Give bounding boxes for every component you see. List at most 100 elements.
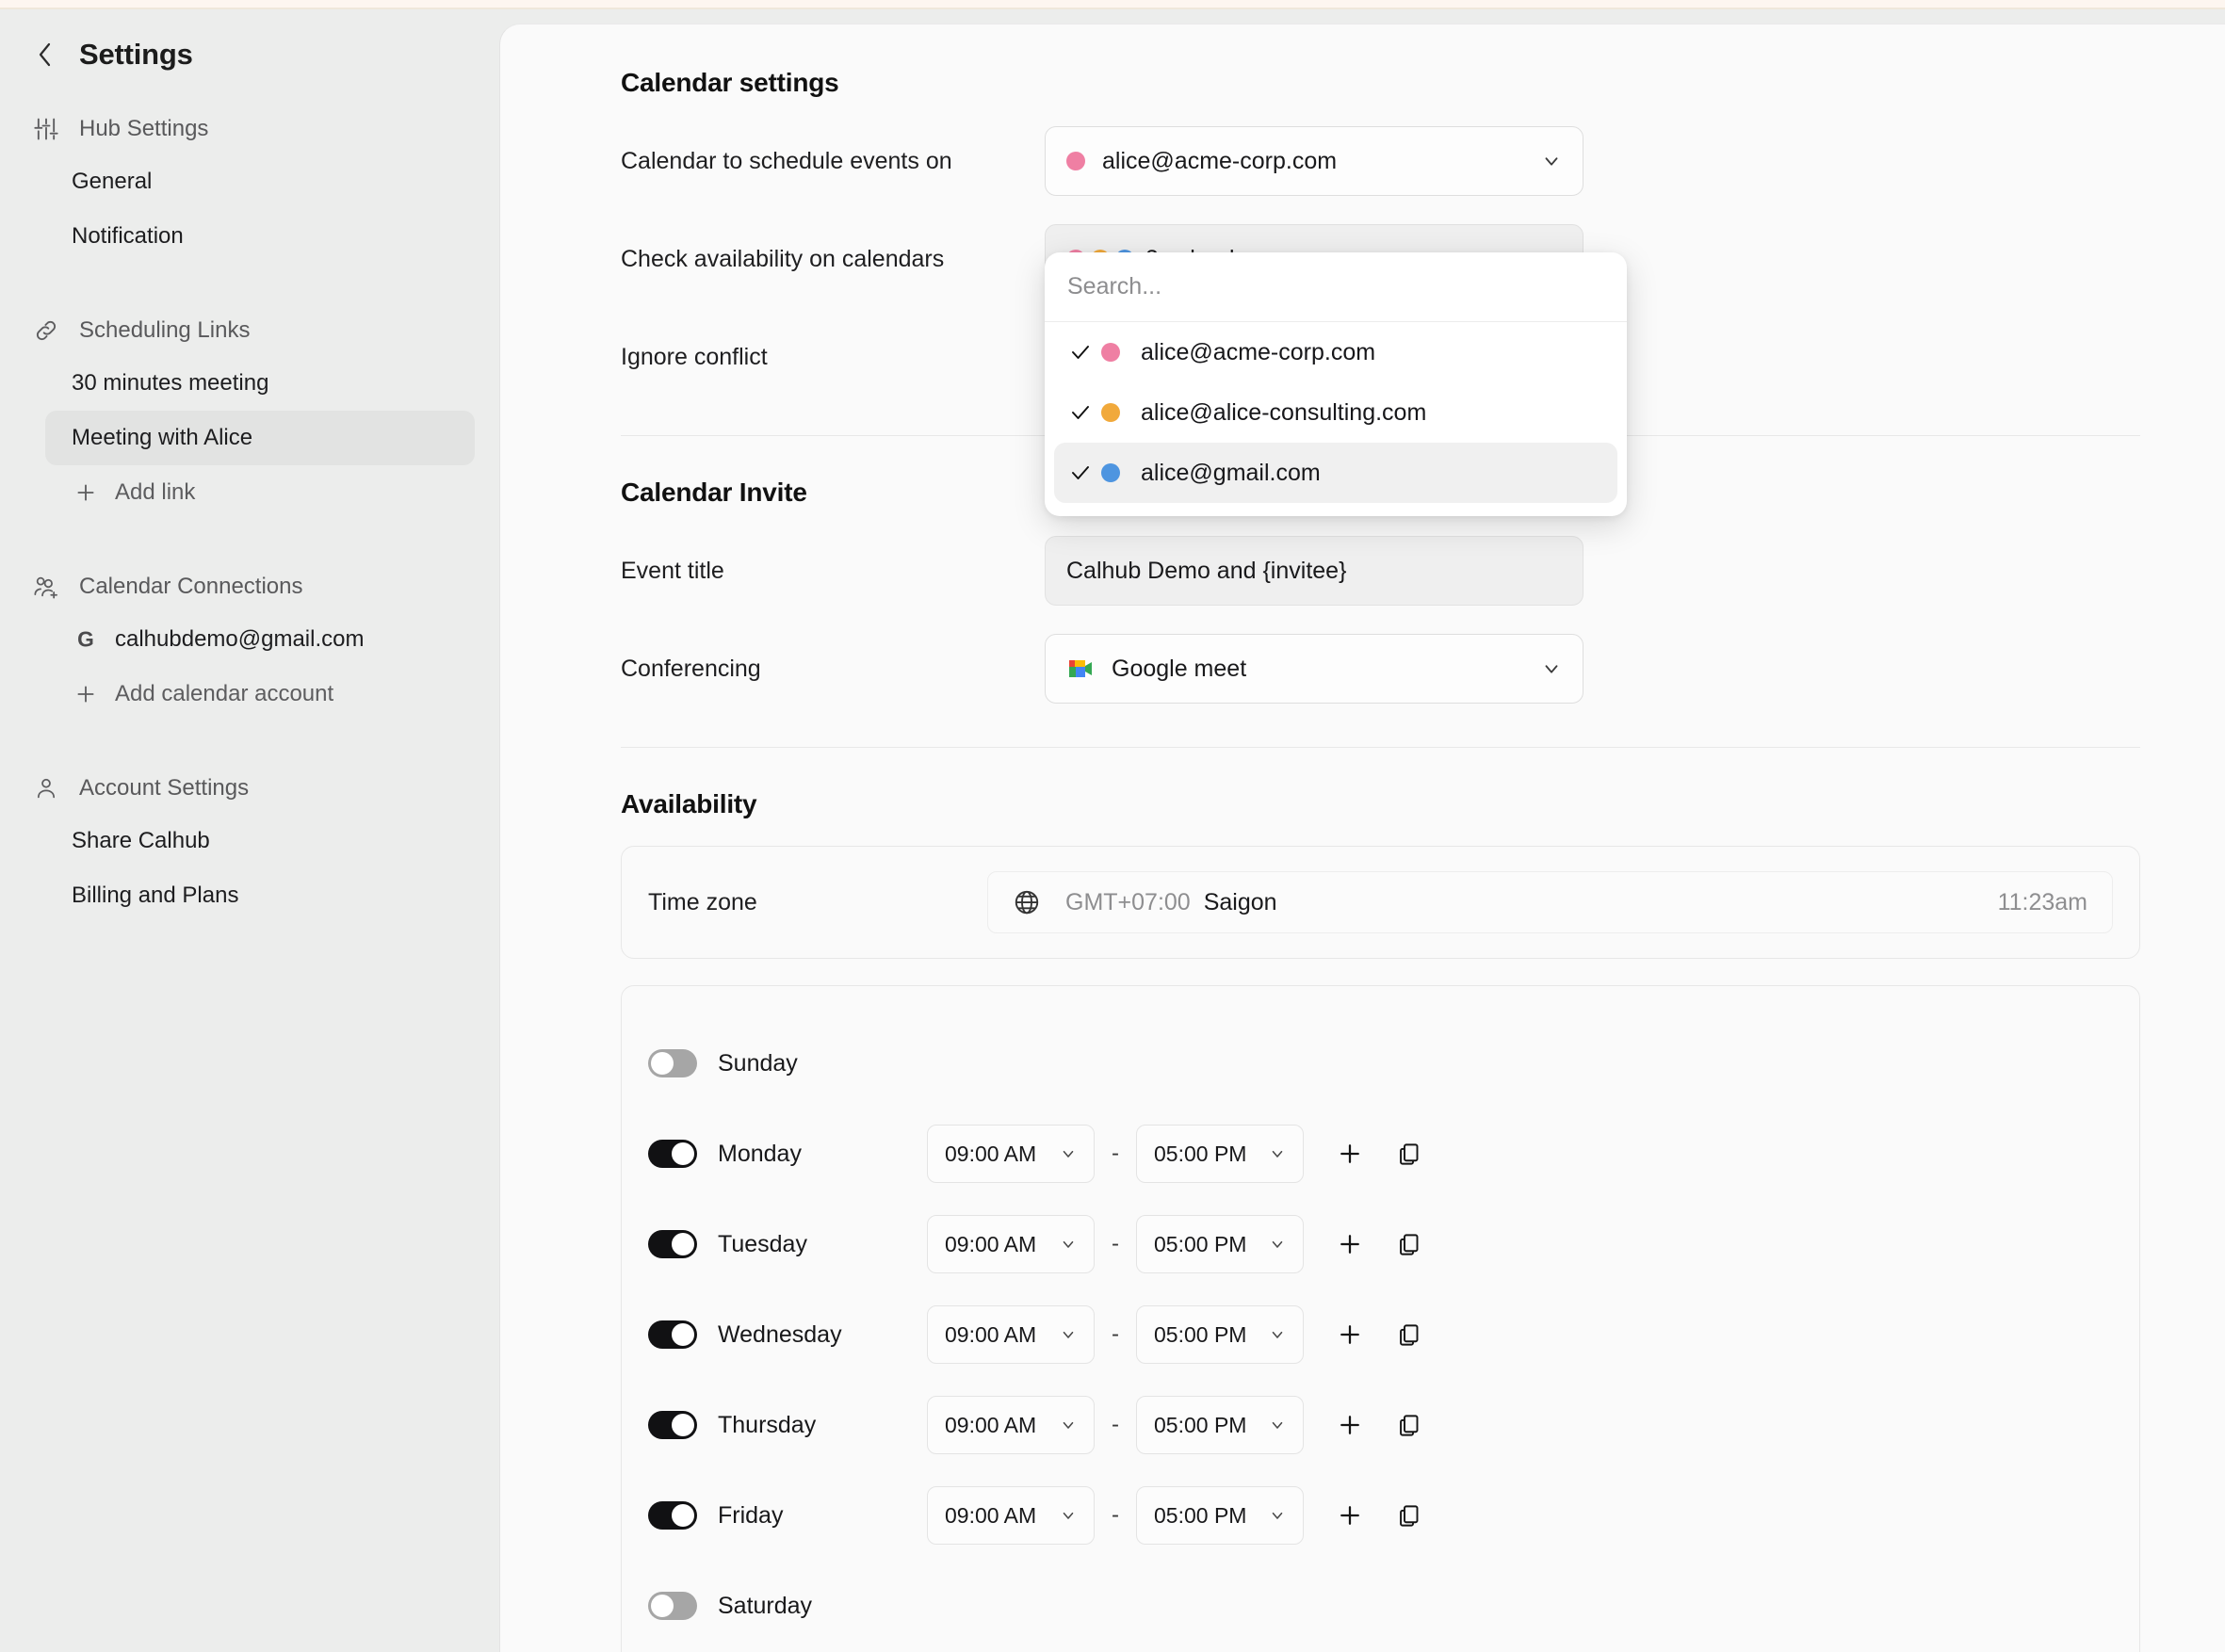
- sidebar-item-notification[interactable]: Notification: [45, 209, 475, 264]
- timezone-select[interactable]: GMT+07:00 Saigon 11:23am: [987, 871, 2113, 933]
- day-label: Wednesday: [718, 1320, 842, 1348]
- start-time-value: 09:00 AM: [945, 1141, 1037, 1166]
- timezone-label: Time zone: [648, 888, 757, 915]
- plus-icon: [72, 478, 100, 507]
- add-time-range-button[interactable]: [1321, 1140, 1379, 1168]
- event-title-value: Calhub Demo and {invitee}: [1066, 557, 1347, 584]
- toggle-knob: [672, 1233, 694, 1255]
- add-time-range-button[interactable]: [1321, 1501, 1379, 1530]
- chevron-down-icon: [1060, 1417, 1077, 1433]
- day-toggle-monday[interactable]: [648, 1140, 697, 1168]
- day-toggle-thursday[interactable]: [648, 1411, 697, 1439]
- time-range-separator: -: [1112, 1321, 1119, 1347]
- duplicate-schedule-button[interactable]: [1379, 1503, 1437, 1529]
- add-time-range-button[interactable]: [1321, 1320, 1379, 1349]
- end-time-select[interactable]: 05:00 PM: [1136, 1305, 1304, 1364]
- calendar-to-schedule-field: alice@acme-corp.com: [1045, 126, 1583, 196]
- sidebar-section-hub-settings[interactable]: Hub Settings: [0, 104, 499, 154]
- add-time-range-button[interactable]: [1321, 1230, 1379, 1258]
- add-time-range-button[interactable]: [1321, 1411, 1379, 1439]
- check-icon: [1069, 341, 1101, 364]
- sidebar-section-account-settings[interactable]: Account Settings: [0, 763, 499, 814]
- calendar-to-schedule-label: Calendar to schedule events on: [621, 147, 952, 174]
- sidebar-section-scheduling-links[interactable]: Scheduling Links: [0, 305, 499, 356]
- person-icon: [32, 774, 60, 802]
- calendar-option-gmail[interactable]: alice@gmail.com: [1054, 443, 1617, 503]
- end-time-select[interactable]: 05:00 PM: [1136, 1396, 1304, 1454]
- day-row: Monday 09:00 AM - 05:00 PM: [648, 1109, 2113, 1199]
- conferencing-select[interactable]: Google meet: [1045, 634, 1583, 704]
- toggle-knob: [651, 1052, 674, 1075]
- check-icon: [1069, 462, 1101, 484]
- sidebar-item-billing-and-plans[interactable]: Billing and Plans: [45, 868, 475, 923]
- day-toggle-saturday[interactable]: [648, 1592, 697, 1620]
- start-time-select[interactable]: 09:00 AM: [927, 1305, 1095, 1364]
- day-label: Tuesday: [718, 1230, 807, 1257]
- chevron-down-icon: [1269, 1417, 1286, 1433]
- calendar-option-acme[interactable]: alice@acme-corp.com: [1054, 322, 1617, 382]
- calendar-multiselect-dropdown: alice@acme-corp.com alice@alice-consulti…: [1045, 252, 1627, 516]
- sidebar-item-add-link[interactable]: Add link: [45, 465, 475, 520]
- end-time-select[interactable]: 05:00 PM: [1136, 1215, 1304, 1273]
- sidebar-section-calendar-connections[interactable]: Calendar Connections: [0, 561, 499, 612]
- day-toggle-tuesday[interactable]: [648, 1230, 697, 1258]
- start-time-select[interactable]: 09:00 AM: [927, 1125, 1095, 1183]
- day-row: Saturday: [648, 1561, 2113, 1651]
- sidebar-item-meeting-with-alice[interactable]: Meeting with Alice: [45, 411, 475, 465]
- end-time-value: 05:00 PM: [1154, 1412, 1247, 1437]
- calendar-search-input[interactable]: [1067, 273, 1604, 300]
- day-label: Saturday: [718, 1592, 813, 1619]
- duplicate-schedule-button[interactable]: [1379, 1322, 1437, 1348]
- sidebar-item-add-calendar-account[interactable]: Add calendar account: [45, 667, 475, 721]
- end-time-select[interactable]: 05:00 PM: [1136, 1486, 1304, 1545]
- duplicate-schedule-button[interactable]: [1379, 1232, 1437, 1257]
- end-time-select[interactable]: 05:00 PM: [1136, 1125, 1304, 1183]
- day-label: Monday: [718, 1140, 802, 1167]
- sidebar-item-share-calhub[interactable]: Share Calhub: [45, 814, 475, 868]
- day-toggle-wednesday[interactable]: [648, 1320, 697, 1349]
- link-icon: [32, 316, 60, 345]
- calendar-to-schedule-row: Calendar to schedule events on alice@acm…: [621, 126, 2140, 196]
- end-time-value: 05:00 PM: [1154, 1141, 1247, 1166]
- day-row: Thursday 09:00 AM - 05:00 PM: [648, 1380, 2113, 1470]
- start-time-select[interactable]: 09:00 AM: [927, 1486, 1095, 1545]
- chevron-down-icon: [1541, 658, 1562, 679]
- day-toggle-friday[interactable]: [648, 1501, 697, 1530]
- ignore-conflict-label: Ignore conflict: [621, 343, 768, 370]
- sidebar-item-label: Add calendar account: [115, 681, 334, 706]
- calendar-to-schedule-select[interactable]: alice@acme-corp.com: [1045, 126, 1583, 196]
- sidebar-item-calhubdemo-account[interactable]: G calhubdemo@gmail.com: [45, 612, 475, 667]
- check-icon: [1069, 401, 1101, 424]
- timezone-city: Saigon: [1203, 888, 1277, 915]
- sidebar-group-scheduling-links: Scheduling Links 30 minutes meeting Meet…: [0, 305, 499, 520]
- duplicate-schedule-button[interactable]: [1379, 1413, 1437, 1438]
- sidebar-section-label: Scheduling Links: [79, 317, 251, 343]
- day-toggle-sunday[interactable]: [648, 1049, 697, 1077]
- chevron-down-icon: [1060, 1326, 1077, 1343]
- day-row: Tuesday 09:00 AM - 05:00 PM: [648, 1199, 2113, 1289]
- chevron-down-icon: [1060, 1145, 1077, 1162]
- users-add-icon: [32, 573, 60, 601]
- timezone-row: Time zone GMT+07:00 Saigon 11:23am: [622, 847, 2139, 958]
- conferencing-label: Conferencing: [621, 655, 761, 682]
- toggle-knob: [672, 1504, 694, 1527]
- start-time-select[interactable]: 09:00 AM: [927, 1396, 1095, 1454]
- calendar-option-alice-consulting[interactable]: alice@alice-consulting.com: [1054, 382, 1617, 443]
- sidebar-item-general[interactable]: General: [45, 154, 475, 209]
- svg-text:G: G: [77, 627, 94, 652]
- day-row: Friday 09:00 AM - 05:00 PM: [648, 1470, 2113, 1561]
- main-panel: Calendar settings Calendar to schedule e…: [499, 24, 2225, 1652]
- back-chevron-icon[interactable]: [32, 41, 58, 68]
- check-availability-field: 3 calendars: [1045, 224, 1627, 516]
- toggle-knob: [672, 1142, 694, 1165]
- toggle-knob: [672, 1323, 694, 1346]
- sidebar-item-30-minutes-meeting[interactable]: 30 minutes meeting: [45, 356, 475, 411]
- google-g-icon: G: [72, 625, 100, 654]
- start-time-select[interactable]: 09:00 AM: [927, 1215, 1095, 1273]
- event-title-input[interactable]: Calhub Demo and {invitee}: [1045, 536, 1583, 606]
- duplicate-schedule-button[interactable]: [1379, 1142, 1437, 1167]
- chevron-down-icon: [1060, 1236, 1077, 1253]
- end-time-value: 05:00 PM: [1154, 1231, 1247, 1256]
- availability-heading: Availability: [621, 789, 757, 818]
